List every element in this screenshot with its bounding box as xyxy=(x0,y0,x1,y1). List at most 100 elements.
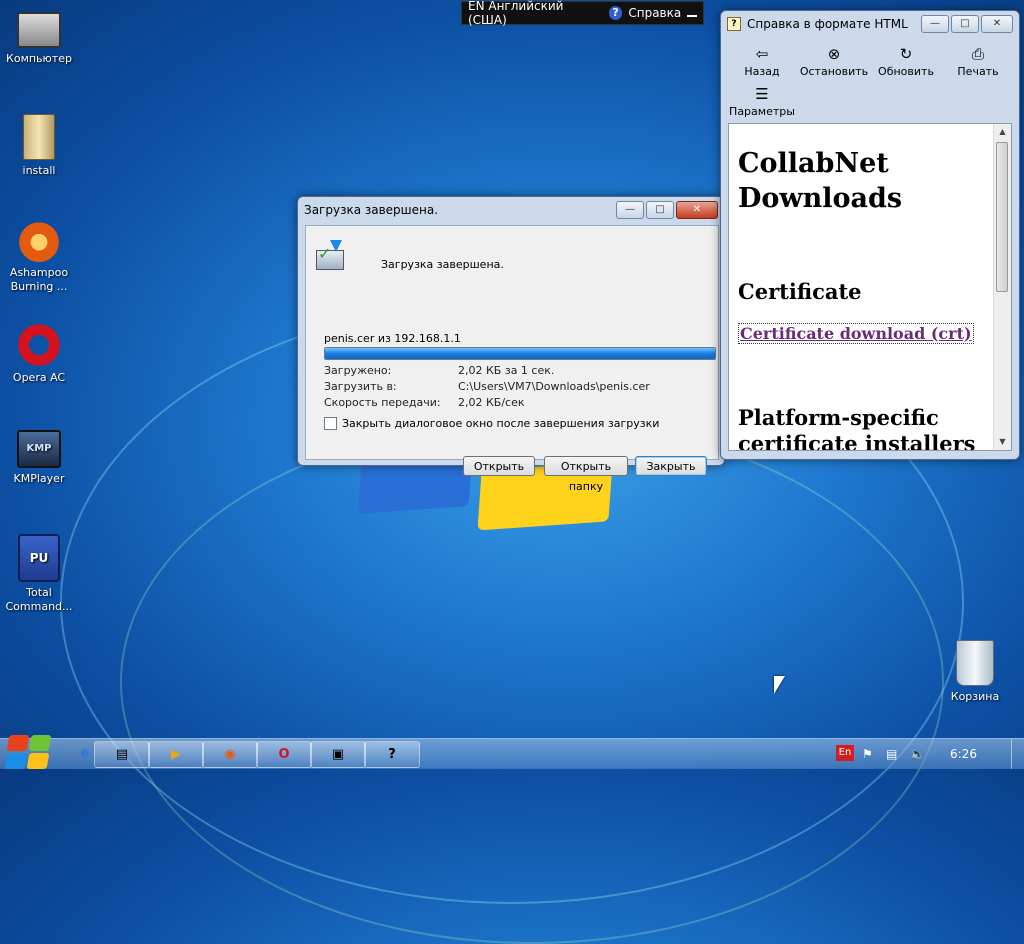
ashampoo-icon: ◉ xyxy=(224,747,236,762)
desktop-icon-kmplayer[interactable]: KMP KMPlayer xyxy=(4,430,74,486)
mouse-cursor-icon xyxy=(774,676,785,694)
back-arrow-icon: ⇦ xyxy=(755,45,769,63)
media-taskbar-button[interactable]: ▶ xyxy=(148,741,204,768)
certificate-heading: Certificate xyxy=(738,279,862,304)
printer-icon: ⎙ xyxy=(971,45,984,63)
desktop-icon-install[interactable]: install xyxy=(4,114,74,178)
desktop-icon-opera[interactable]: Opera AC xyxy=(4,323,74,385)
network-icon[interactable]: ▤ xyxy=(886,747,897,761)
platform-installers-heading: Platform-specific certificate installers xyxy=(738,405,976,451)
certificate-download-link[interactable]: Certificate download (crt) xyxy=(738,323,974,344)
close-dialog-button[interactable]: Закрыть xyxy=(635,456,707,476)
opera-taskbar-button[interactable]: O xyxy=(256,741,312,768)
desktop-icon-label: KMPlayer xyxy=(13,472,65,485)
stop-icon: ⊗ xyxy=(827,45,841,63)
total-commander-icon: PU xyxy=(18,534,60,582)
language-bar[interactable]: EN Английский (США) ? Справка xyxy=(461,0,704,27)
desktop-icon-label: install xyxy=(22,164,56,177)
folder-icon: ▤ xyxy=(115,747,129,762)
title-bar[interactable]: Загрузка завершена. — □ ✕ xyxy=(298,197,724,223)
archive-icon xyxy=(23,114,55,160)
desktop-icon-label: Total Command... xyxy=(5,586,73,613)
computer-icon xyxy=(17,12,61,48)
refresh-button[interactable]: ↻ Обновить xyxy=(871,45,941,78)
maximize-button[interactable]: □ xyxy=(951,15,979,33)
downloaded-label: Загружено: xyxy=(324,364,392,377)
download-complete-dialog: Загрузка завершена. — □ ✕ ✓ Загрузка зав… xyxy=(297,196,725,493)
desktop-icon-label: Ashampoo Burning ... xyxy=(9,266,69,293)
desktop-icon-ashampoo[interactable]: Ashampoo Burning ... xyxy=(4,218,74,294)
help-icon[interactable]: ? xyxy=(608,6,623,20)
status-message: Загрузка завершена. xyxy=(381,258,504,271)
download-progress-bar xyxy=(324,347,716,360)
open-folder-button[interactable]: Открыть папку xyxy=(544,456,628,493)
print-button[interactable]: ⎙ Печать xyxy=(943,45,1013,78)
minimize-button[interactable]: — xyxy=(921,15,949,33)
transfer-rate-value: 2,02 КБ/сек xyxy=(458,396,525,409)
vertical-scrollbar[interactable]: ▲ ▼ xyxy=(993,124,1011,450)
scroll-thumb[interactable] xyxy=(996,142,1008,292)
show-desktop-button[interactable] xyxy=(1011,739,1024,769)
media-player-icon: ▶ xyxy=(171,747,181,762)
opera-icon: O xyxy=(278,747,290,762)
language-indicator[interactable]: EN Английский (США) xyxy=(468,0,603,27)
options-button[interactable]: ☰ Параметры xyxy=(727,85,797,118)
back-button[interactable]: ⇦ Назад xyxy=(727,45,797,78)
help-taskbar-button[interactable]: ? xyxy=(364,741,420,768)
back-label: Назад xyxy=(744,65,780,78)
help-book-icon: ? xyxy=(388,747,396,762)
kmplayer-taskbar-button[interactable]: ▣ xyxy=(310,741,366,768)
scroll-down-icon[interactable]: ▼ xyxy=(994,434,1011,450)
taskbar-clock[interactable]: 6:26 xyxy=(950,747,977,761)
desktop-icon-label: Opera AC xyxy=(12,371,66,384)
downloaded-value: 2,02 КБ за 1 сек. xyxy=(458,364,555,377)
options-label: Параметры xyxy=(729,105,795,118)
title-bar[interactable]: ? Справка в формате HTML — □ ✕ xyxy=(721,11,1019,37)
open-button[interactable]: Открыть xyxy=(463,456,535,476)
explorer-taskbar-button[interactable]: ▤ xyxy=(94,741,150,768)
save-path-value: C:\Users\VM7\Downloads\penis.cer xyxy=(458,380,650,393)
desktop-icon-recycle-bin[interactable]: Корзина xyxy=(940,640,1010,704)
volume-muted-icon[interactable]: 🔈 xyxy=(910,747,925,761)
language-bar-help[interactable]: Справка xyxy=(628,6,681,20)
close-button[interactable]: ✕ xyxy=(676,201,718,219)
close-on-complete-label[interactable]: Закрыть диалоговое окно после завершения… xyxy=(342,417,659,430)
ashampoo-taskbar-button[interactable]: ◉ xyxy=(202,741,258,768)
help-content-pane: CollabNet Downloads Certificate Certific… xyxy=(728,123,1012,451)
input-language-indicator[interactable]: En xyxy=(836,745,854,761)
window-title: Загрузка завершена. xyxy=(304,203,439,217)
options-icon: ☰ xyxy=(755,85,769,103)
page-heading: CollabNet Downloads xyxy=(738,148,903,214)
minimize-button[interactable]: — xyxy=(616,201,644,219)
html-help-window: ? Справка в формате HTML — □ ✕ ⇦ Назад ⊗… xyxy=(720,10,1020,460)
action-center-flag-icon[interactable]: ⚑ xyxy=(862,747,873,761)
kmplayer-icon: KMP xyxy=(17,430,61,468)
close-button[interactable]: ✕ xyxy=(981,15,1013,33)
opera-icon xyxy=(17,323,61,367)
desktop-icon-label: Корзина xyxy=(950,690,1000,703)
help-toolbar: ⇦ Назад ⊗ Остановить ↻ Обновить ⎙ Печать… xyxy=(727,41,1015,121)
dialog-body: ✓ Загрузка завершена. penis.cer из 192.1… xyxy=(305,225,719,493)
refresh-icon: ↻ xyxy=(899,45,913,63)
minimize-icon[interactable] xyxy=(687,15,697,17)
close-on-complete-row[interactable]: Закрыть диалоговое окно после завершения… xyxy=(324,417,659,430)
help-book-icon: ? xyxy=(727,17,741,31)
desktop-icon-total-commander[interactable]: PU Total Command... xyxy=(4,534,74,614)
maximize-button[interactable]: □ xyxy=(646,201,674,219)
internet-explorer-icon: e xyxy=(80,746,90,761)
desktop-icon-computer[interactable]: Компьютер xyxy=(4,12,74,66)
close-on-complete-checkbox[interactable] xyxy=(324,417,337,430)
stop-button[interactable]: ⊗ Остановить xyxy=(799,45,869,78)
progress-fill xyxy=(325,348,715,359)
kmplayer-icon: ▣ xyxy=(331,747,345,762)
ashampoo-icon xyxy=(17,218,61,262)
download-complete-icon: ✓ xyxy=(316,240,346,270)
scroll-up-icon[interactable]: ▲ xyxy=(994,124,1011,140)
taskbar: e ▤ ▶ ◉ O ▣ ? En ⚑ ▤ 🔈 6:26 xyxy=(0,735,1024,769)
desktop-icon-label: Компьютер xyxy=(6,52,72,65)
recycle-bin-icon xyxy=(956,640,994,686)
window-title: Справка в формате HTML xyxy=(747,17,908,31)
save-path-label: Загрузить в: xyxy=(324,380,397,393)
start-button[interactable] xyxy=(2,729,54,769)
stop-label: Остановить xyxy=(799,65,869,78)
